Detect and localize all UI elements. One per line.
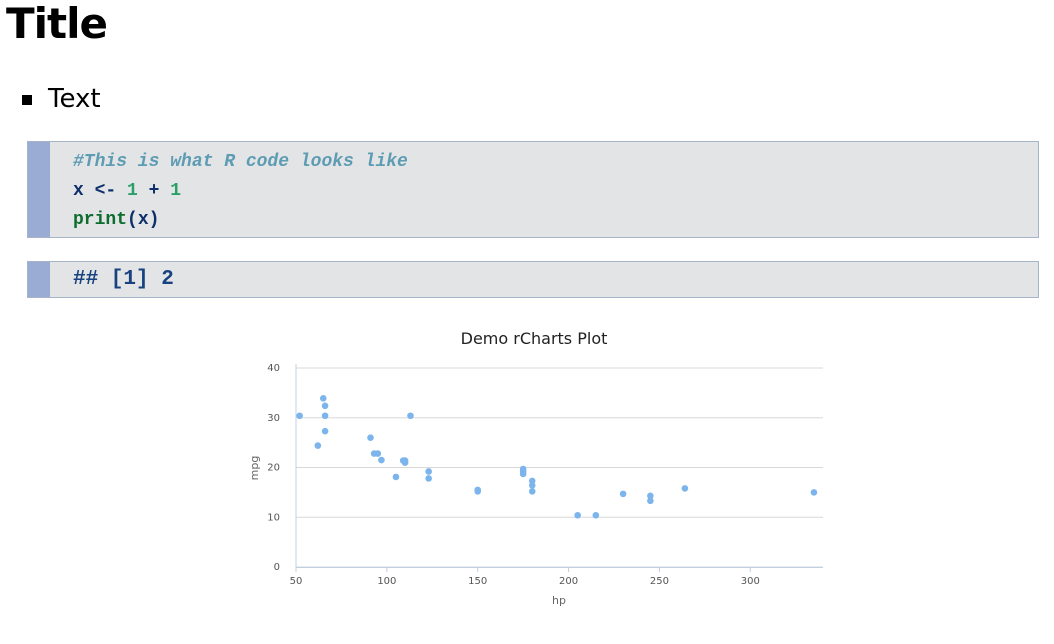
scatter-point[interactable] (574, 511, 581, 519)
axes: 0 10 20 30 40 50 100 150 200 250 300 (267, 363, 823, 587)
code-number: 1 (127, 181, 138, 201)
output-text: ## [1] 2 (73, 268, 174, 291)
code-plus-operator: + (148, 181, 160, 201)
y-tick-label: 30 (267, 413, 280, 424)
scatter-point[interactable] (296, 412, 303, 420)
scatter-point[interactable] (321, 427, 329, 435)
scatter-point[interactable] (378, 456, 385, 464)
scatter-point[interactable] (474, 488, 482, 495)
x-tick-label: 100 (377, 576, 396, 587)
scatter-point[interactable] (392, 473, 400, 481)
code-lines: #This is what R code looks like x <- 1 +… (73, 148, 408, 235)
bullet-text: Text (48, 84, 101, 114)
code-paren-close: ) (148, 210, 160, 230)
code-identifier-x: x (73, 181, 84, 201)
code-assign-operator: <- (94, 181, 117, 201)
x-tick-label: 300 (741, 576, 760, 587)
scatter-point[interactable] (619, 490, 627, 498)
scatter-point[interactable] (401, 457, 409, 464)
x-tick-label: 200 (559, 576, 578, 587)
output-gutter (28, 262, 50, 297)
scatter-point[interactable] (321, 412, 329, 420)
code-argument-x: x (137, 210, 149, 230)
data-points (296, 395, 818, 519)
scatter-point[interactable] (810, 489, 818, 496)
r-source-code-block: #This is what R code looks like x <- 1 +… (27, 141, 1039, 238)
x-tick-label: 150 (468, 576, 487, 587)
scatter-point[interactable] (321, 402, 329, 410)
x-tick-label: 250 (650, 576, 669, 587)
scatter-point[interactable] (367, 434, 374, 441)
scatter-point[interactable] (647, 497, 654, 505)
scatter-point[interactable] (528, 477, 536, 485)
scatter-point[interactable] (592, 511, 600, 519)
code-comment: #This is what R code looks like (73, 152, 408, 172)
scatter-point[interactable] (519, 465, 527, 473)
code-paren-open: ( (127, 210, 138, 230)
scatter-point[interactable] (374, 450, 382, 457)
y-tick-label: 20 (267, 463, 280, 474)
scatter-point[interactable] (425, 468, 432, 475)
code-function-print: print (73, 210, 128, 230)
y-tick-label: 0 (274, 562, 280, 573)
scatter-point[interactable] (528, 488, 536, 495)
code-number: 1 (170, 181, 182, 201)
square-bullet-icon (22, 95, 32, 105)
scatter-point[interactable] (314, 442, 322, 449)
scatter-point[interactable] (425, 475, 432, 482)
gridlines (296, 367, 823, 568)
x-axis-title: hp (552, 594, 566, 607)
y-tick-label: 10 (267, 512, 280, 523)
chart-title: Demo rCharts Plot (461, 329, 608, 348)
scatter-point[interactable] (681, 485, 689, 492)
scatter-point[interactable] (407, 412, 414, 420)
scatter-chart: 0 10 20 30 40 50 100 150 200 250 300 Demo rCharts … (240, 318, 840, 618)
x-tick-label: 50 (290, 576, 303, 587)
y-tick-label: 40 (267, 363, 280, 374)
y-axis-title: mpg (248, 456, 261, 481)
page-title: Title (6, 0, 108, 48)
scatter-point[interactable] (319, 395, 327, 402)
r-output-block: ## [1] 2 (27, 261, 1039, 298)
code-gutter (28, 142, 50, 237)
chart-canvas: 0 10 20 30 40 50 100 150 200 250 300 Demo rCharts … (248, 329, 823, 607)
